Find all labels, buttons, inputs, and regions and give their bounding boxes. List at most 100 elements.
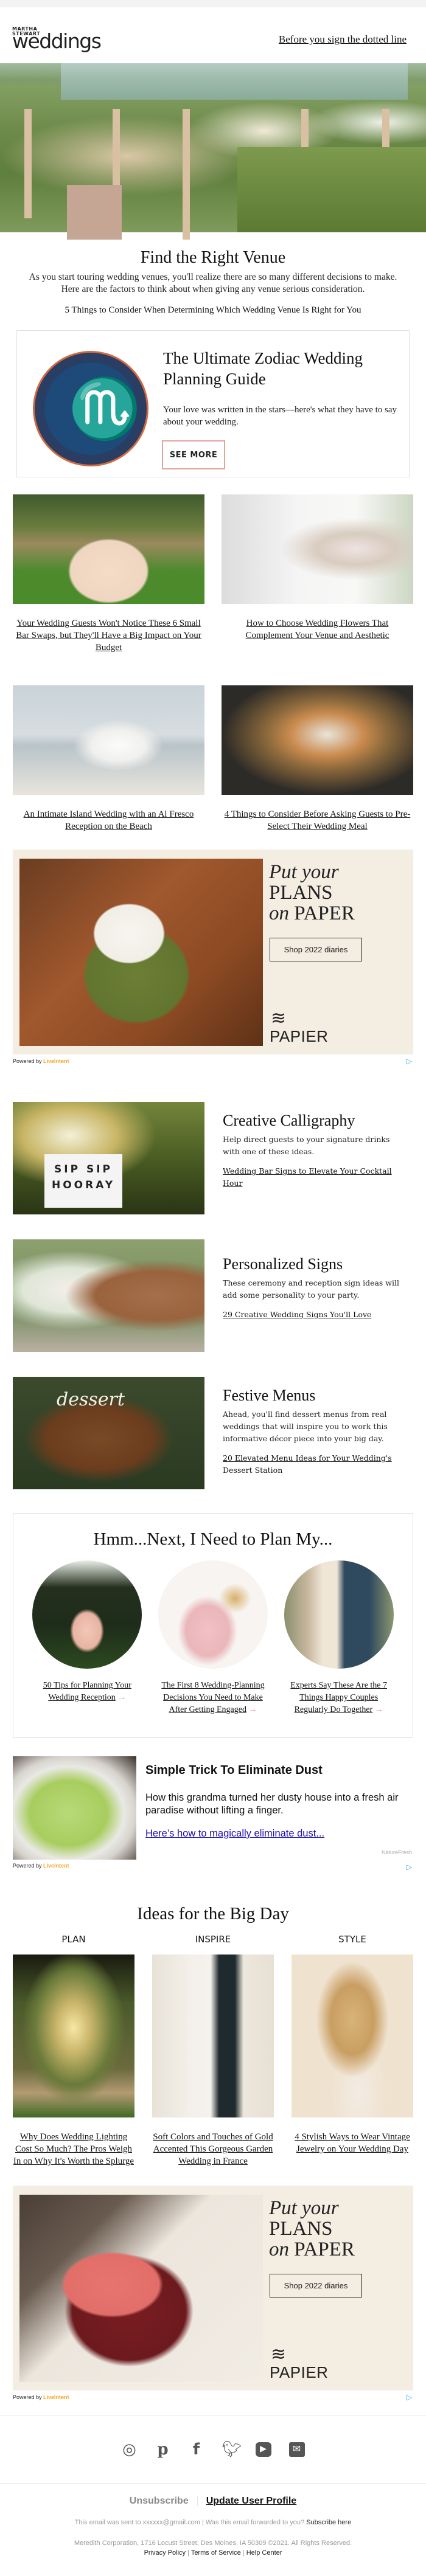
feature-link[interactable]: 29 Creative Wedding Signs You'll Love xyxy=(223,1309,405,1321)
ideas-link[interactable]: Soft Colors and Touches of Gold Accented… xyxy=(153,2132,273,2166)
pinterest-icon[interactable]: p xyxy=(155,2440,171,2459)
ideas-cols: PLAN Why Does Wedding Lighting Cost So M… xyxy=(0,1934,426,2167)
powered-by-3: Powered by LiveIntent ▷ xyxy=(13,2391,413,2406)
facebook-icon[interactable]: f xyxy=(189,2440,204,2459)
dust-ad-link[interactable]: Here’s how to magically eliminate dust..… xyxy=(145,1828,324,1840)
powered-by-text[interactable]: Powered by LiveIntent xyxy=(13,1058,69,1064)
feature-link[interactable]: Wedding Bar Signs to Elevate Your Cockta… xyxy=(223,1165,405,1189)
ideas-label[interactable]: PLAN xyxy=(13,1934,134,1945)
feature-image-signs[interactable] xyxy=(13,1239,204,1352)
adchoices-icon[interactable]: ▷ xyxy=(407,1057,412,1065)
ideas-col: PLAN Why Does Wedding Lighting Cost So M… xyxy=(13,1934,134,2167)
article-link[interactable]: An Intimate Island Wedding with an Al Fr… xyxy=(24,809,194,831)
powered-by-text[interactable]: Powered by LiveIntent xyxy=(13,2394,69,2400)
twitter-icon[interactable]: 🐦︎ xyxy=(222,2440,242,2459)
ad-headline: Put your PLANS on PAPER xyxy=(269,2198,355,2260)
header: MARTHA STEWART weddings Before you sign … xyxy=(0,7,426,61)
help-link[interactable]: Help Center xyxy=(246,2549,282,2557)
plan-my-section: Hmm...Next, I Need to Plan My... 50 Tips… xyxy=(13,1513,413,1738)
intro-section: Find the Right Venue As you start tourin… xyxy=(0,232,426,316)
hero-pillar xyxy=(183,109,190,240)
ideas-label[interactable]: STYLE xyxy=(292,1934,413,1945)
papier-brand: PAPIER xyxy=(270,1027,329,1045)
powered-prefix: Powered by xyxy=(13,1863,42,1869)
shop-diaries-button[interactable]: Shop 2022 diaries xyxy=(270,938,362,961)
intro-body: As you start touring wedding venues, you… xyxy=(29,272,397,294)
zodiac-desc: Your love was written in the stars—here'… xyxy=(163,405,397,427)
plan-my-link[interactable]: Experts Say These Are the 7 Things Happy… xyxy=(290,1681,387,1714)
article-card: An Intimate Island Wedding with an Al Fr… xyxy=(13,685,204,833)
zodiac-image[interactable]: ♏ xyxy=(33,351,148,466)
feature-row: SIP SIP HOORAY Creative Calligraphy Help… xyxy=(0,1102,426,1215)
social-bar: ◎ p f 🐦︎ ▶ ✉ xyxy=(0,2415,426,2483)
plan-my-item: The First 8 Wedding-Planning Decisions Y… xyxy=(158,1560,268,1716)
unsubscribe-link[interactable]: Unsubscribe xyxy=(129,2496,198,2506)
ideas-link[interactable]: Why Does Wedding Lighting Cost So Much? … xyxy=(13,2132,134,2166)
article-image-beach[interactable] xyxy=(13,685,204,795)
separator: | xyxy=(187,2549,189,2557)
plan-my-title: Hmm...Next, I Need to Plan My... xyxy=(93,1529,333,1549)
email-body: MARTHA STEWART weddings Before you sign … xyxy=(0,7,426,2576)
papier-ad-1[interactable]: Put your PLANS on PAPER Shop 2022 diarie… xyxy=(13,850,413,1054)
powered-by-1: Powered by LiveIntent ▷ xyxy=(13,1054,413,1070)
article-image-meal[interactable] xyxy=(222,685,413,795)
ideas-link[interactable]: 4 Stylish Ways to Wear Vintage Jewelry o… xyxy=(295,2132,410,2154)
ad-headline-2: PLANS xyxy=(269,882,333,904)
shop-diaries-button[interactable]: Shop 2022 diaries xyxy=(270,2274,362,2297)
ideas-title: Ideas for the Big Day xyxy=(137,1904,289,1923)
subscribe-link[interactable]: Subscribe here xyxy=(306,2519,351,2526)
footer: Unsubscribe Update User Profile This emai… xyxy=(0,2483,426,2576)
plan-image-tent[interactable] xyxy=(32,1560,142,1669)
article-card: How to Choose Wedding Flowers That Compl… xyxy=(222,494,413,654)
dessert-sign-text: dessert xyxy=(57,1389,125,1410)
ideas-label[interactable]: INSPIRE xyxy=(152,1934,274,1945)
plan-image-couple[interactable] xyxy=(284,1560,394,1669)
ideas-image-garden[interactable] xyxy=(152,1955,274,2117)
liveintent-logo: LiveIntent xyxy=(43,1058,69,1064)
instagram-icon[interactable]: ◎ xyxy=(122,2440,138,2459)
article-link[interactable]: Your Wedding Guests Won't Notice These 6… xyxy=(16,618,201,653)
tagline-link[interactable]: Before you sign the dotted line xyxy=(279,33,407,46)
ad-headline-3a: on xyxy=(269,902,289,924)
adchoices-icon[interactable]: ▷ xyxy=(407,1863,412,1871)
liveintent-logo: LiveIntent xyxy=(43,2394,69,2400)
article-link[interactable]: How to Choose Wedding Flowers That Compl… xyxy=(246,618,389,640)
legal-links: Privacy Policy | Terms of Service | Help… xyxy=(0,2549,426,2557)
update-profile-link[interactable]: Update User Profile xyxy=(206,2496,296,2506)
ad-headline-1: Put your xyxy=(269,861,339,883)
dust-ad-brand: NatureFresh xyxy=(381,1849,412,1855)
zodiac-card: ♏ The Ultimate Zodiac Wedding Planning G… xyxy=(16,330,410,477)
arrow-right-icon: → xyxy=(374,1705,383,1714)
article-card: 4 Things to Consider Before Asking Guest… xyxy=(222,685,413,833)
article-image-bar[interactable] xyxy=(13,494,204,604)
feature-link[interactable]: 20 Elevated Menu Ideas for Your Wedding'… xyxy=(223,1452,405,1477)
ad-headline: Put your PLANS on PAPER xyxy=(269,862,355,924)
article-image-bouquet[interactable] xyxy=(222,494,413,604)
feature-image-calligraphy[interactable]: SIP SIP HOORAY xyxy=(13,1102,204,1214)
plan-image-keyboard[interactable] xyxy=(158,1560,268,1669)
privacy-link[interactable]: Privacy Policy xyxy=(144,2549,186,2557)
powered-by-text[interactable]: Powered by LiveIntent xyxy=(13,1863,69,1869)
ideas-image-lighting[interactable] xyxy=(13,1955,134,2117)
article-grid-2: An Intimate Island Wedding with an Al Fr… xyxy=(0,685,426,833)
terms-link[interactable]: Terms of Service xyxy=(191,2549,241,2557)
article-grid-1: Your Wedding Guests Won't Notice These 6… xyxy=(0,494,426,654)
ideas-image-jewelry[interactable] xyxy=(292,1955,413,2117)
feature-title: Creative Calligraphy xyxy=(223,1112,355,1129)
email-icon[interactable]: ✉ xyxy=(288,2442,305,2457)
youtube-icon[interactable]: ▶ xyxy=(255,2442,271,2457)
hero-image[interactable] xyxy=(0,63,426,240)
hero-table xyxy=(67,185,122,240)
feature-body: Help direct guests to your signature dri… xyxy=(223,1135,390,1156)
article-link[interactable]: 4 Things to Consider Before Asking Guest… xyxy=(225,809,411,831)
sent-text: This email was sent to xxxxxx@gmail.com … xyxy=(74,2519,305,2526)
papier-ad-2[interactable]: Put your PLANS on PAPER Shop 2022 diarie… xyxy=(13,2186,413,2391)
dust-ad[interactable]: Simple Trick To Eliminate Dust How this … xyxy=(13,1756,413,1863)
feature-image-menus[interactable]: dessert xyxy=(13,1377,204,1489)
intro-link[interactable]: 5 Things to Consider When Determining Wh… xyxy=(65,305,361,316)
sip-sip-sign: SIP SIP HOORAY xyxy=(44,1154,122,1208)
feature-link-text: 20 Elevated Menu Ideas for Your Wedding'… xyxy=(223,1453,392,1463)
logo[interactable]: MARTHA STEWART weddings xyxy=(12,27,102,52)
see-more-button[interactable]: SEE MORE xyxy=(162,440,225,469)
adchoices-icon[interactable]: ▷ xyxy=(407,2393,412,2401)
